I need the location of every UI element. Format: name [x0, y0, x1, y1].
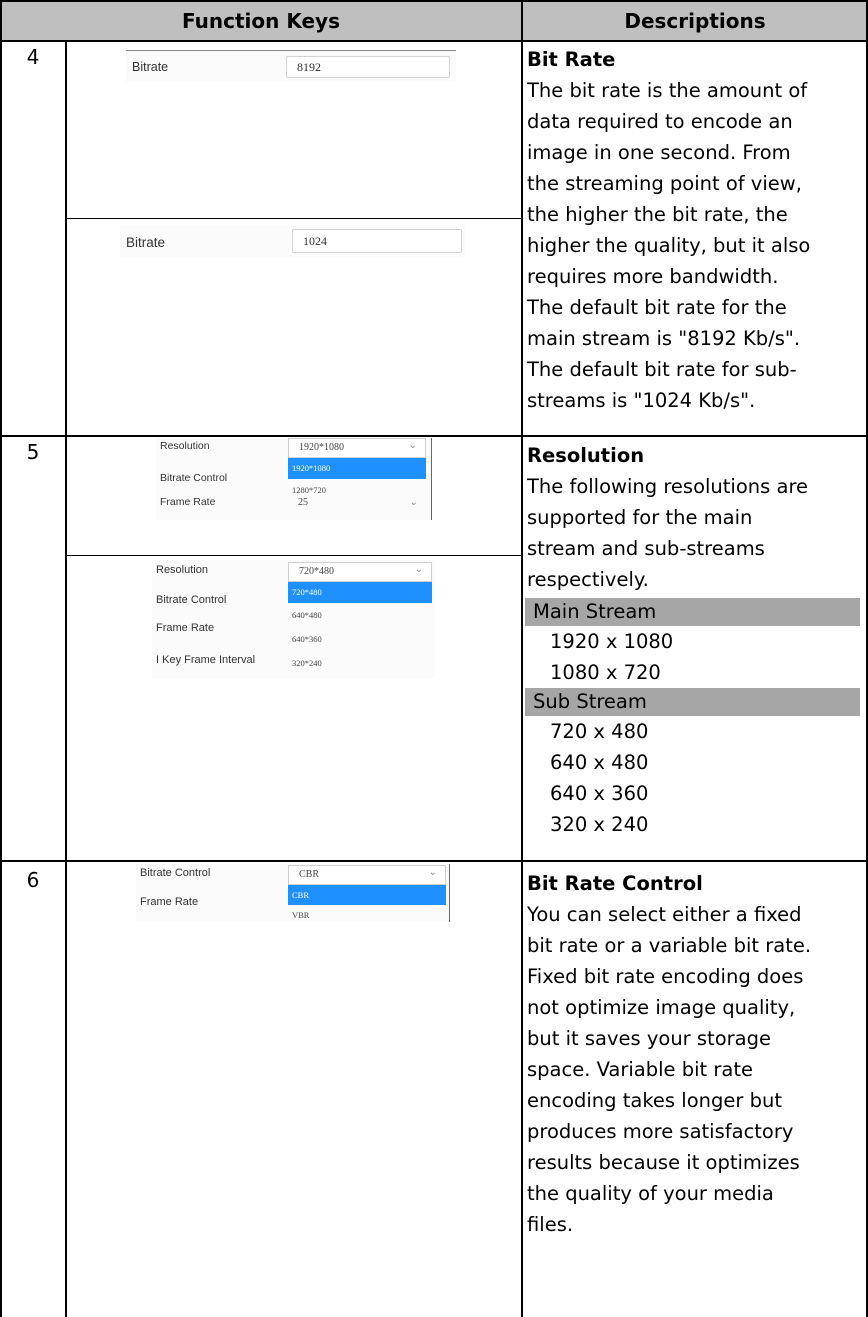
row-number: 6 — [26, 868, 40, 892]
description-line: files. — [527, 1213, 574, 1236]
main-stream-heading: Main Stream — [525, 598, 860, 626]
sub-stream-list: 720 x 480 640 x 480 640 x 360 320 x 240 — [527, 716, 862, 840]
description-line: image in one second. From — [527, 141, 791, 164]
bitrate-main-screenshot: Bitrate 8192 — [126, 50, 456, 82]
bitrate-sub-input: 1024 — [292, 229, 462, 253]
i-key-frame-interval-label: I Key Frame Interval — [156, 654, 256, 666]
description-line: space. Variable bit rate — [527, 1058, 754, 1081]
frame-rate-value: 25 — [298, 497, 308, 508]
description-line: produces more satisfactory — [527, 1120, 794, 1143]
resolution-main-selected: 1920*1080 — [299, 442, 344, 453]
resolution-item: 1080 x 720 — [550, 661, 661, 684]
description-line: encoding takes longer but — [527, 1089, 782, 1112]
function-keys-table: Function Keys Descriptions 4 Bitrate 819… — [0, 0, 868, 1317]
frame-rate-select: 25 ⌄ — [288, 496, 426, 512]
description-line: You can select either a fixed — [527, 903, 802, 926]
bit-rate-control-title: Bit Rate Control — [527, 872, 703, 895]
bitrate-control-option: VBR — [292, 910, 310, 920]
chevron-down-icon: ⌄ — [414, 564, 423, 575]
bitrate-control-selected: CBR — [299, 869, 320, 880]
bit-rate-control-description: Bit Rate Control You can select either a… — [527, 868, 862, 1240]
main-stream-list: 1920 x 1080 1080 x 720 — [527, 626, 862, 688]
subcell-divider-row4 — [66, 218, 522, 219]
description-line: data required to encode an — [527, 110, 793, 133]
column-divider-number — [65, 40, 67, 1317]
resolution-option: 320*240 — [292, 658, 322, 668]
description-line: Fixed bit rate encoding does — [527, 965, 804, 988]
table-border-left — [0, 0, 2, 1317]
row-divider-4-5 — [0, 435, 868, 437]
header-bottom-rule — [0, 40, 868, 42]
bit-rate-description: Bit Rate The bit rate is the amount of d… — [527, 44, 862, 416]
resolution-option: 640*360 — [292, 634, 322, 644]
bitrate-control-label: Bitrate Control — [140, 867, 211, 879]
header-function-keys: Function Keys — [0, 0, 522, 40]
frame-rate-label: Frame Rate — [156, 622, 215, 634]
resolution-item: 320 x 240 — [550, 813, 649, 836]
resolution-item: 1920 x 1080 — [550, 630, 674, 653]
description-line: The following resolutions are — [527, 475, 809, 498]
resolution-option: 640*480 — [292, 610, 322, 620]
description-line: the streaming point of view, — [527, 172, 802, 195]
description-line: the higher the bit rate, the — [527, 203, 788, 226]
description-line: stream and sub-streams — [527, 537, 765, 560]
row-number: 4 — [26, 45, 40, 69]
bitrate-control-option: CBR — [288, 885, 446, 905]
bitrate-sub-value: 1024 — [303, 233, 327, 248]
bitrate-label: Bitrate — [126, 235, 166, 250]
description-line: the quality of your media — [527, 1182, 774, 1205]
description-line: supported for the main — [527, 506, 753, 529]
header-descriptions: Descriptions — [522, 0, 868, 40]
bitrate-control-label: Bitrate Control — [156, 594, 227, 606]
description-line: not optimize image quality, — [527, 996, 796, 1019]
description-line: results because it optimizes — [527, 1151, 800, 1174]
description-line: The default bit rate for the — [527, 296, 787, 319]
sub-stream-heading: Sub Stream — [525, 688, 860, 716]
resolution-sub-select: 720*480 ⌄ — [288, 562, 432, 582]
bitrate-control-screenshot: Bitrate Control Frame Rate CBR ⌄ CBR VBR — [136, 864, 450, 922]
description-line: streams is "1024 Kb/s". — [527, 389, 756, 412]
frame-rate-label: Frame Rate — [160, 496, 216, 508]
description-line: The default bit rate for sub- — [527, 358, 797, 381]
frame-rate-label: Frame Rate — [140, 896, 199, 908]
subcell-divider-row5 — [66, 555, 522, 556]
bitrate-control-label: Bitrate Control — [160, 472, 228, 484]
resolution-title: Resolution — [527, 444, 645, 467]
resolution-option: 720*480 — [288, 582, 432, 603]
resolution-main-select: 1920*1080 ⌄ — [288, 438, 426, 458]
description-line: requires more bandwidth. — [527, 265, 779, 288]
chevron-down-icon: ⌄ — [428, 867, 437, 878]
resolution-item: 640 x 480 — [550, 751, 649, 774]
resolution-label: Resolution — [160, 440, 210, 452]
chevron-down-icon: ⌄ — [409, 497, 418, 508]
resolution-description: Resolution The following resolutions are… — [525, 440, 862, 840]
resolution-main-screenshot: Resolution Bitrate Control Frame Rate 19… — [156, 438, 432, 520]
resolution-sub-screenshot: Resolution Bitrate Control Frame Rate I … — [152, 560, 435, 678]
resolution-option: 1920*1080 — [288, 458, 426, 479]
resolution-item: 640 x 360 — [550, 782, 649, 805]
resolution-option: 1280*720 — [292, 485, 326, 495]
chevron-down-icon: ⌄ — [408, 440, 417, 451]
resolution-sub-selected: 720*480 — [299, 566, 334, 577]
description-line: respectively. — [527, 568, 649, 591]
row-divider-6 — [0, 860, 868, 862]
description-line: higher the quality, but it also — [527, 234, 811, 257]
row-number: 5 — [26, 440, 40, 464]
resolution-item: 720 x 480 — [550, 720, 649, 743]
description-line: The bit rate is the amount of — [527, 79, 808, 102]
bitrate-main-input: 8192 — [286, 56, 450, 78]
bitrate-main-value: 8192 — [297, 59, 321, 74]
resolution-label: Resolution — [156, 564, 208, 576]
description-line: bit rate or a variable bit rate. — [527, 934, 812, 957]
bitrate-label: Bitrate — [132, 60, 169, 74]
bitrate-sub-screenshot: Bitrate 1024 — [120, 226, 465, 258]
description-line: main stream is "8192 Kb/s". — [527, 327, 801, 350]
column-divider-description — [521, 0, 523, 1317]
bitrate-control-select: CBR ⌄ — [288, 865, 446, 885]
bit-rate-title: Bit Rate — [527, 48, 616, 71]
description-line: but it saves your storage — [527, 1027, 771, 1050]
